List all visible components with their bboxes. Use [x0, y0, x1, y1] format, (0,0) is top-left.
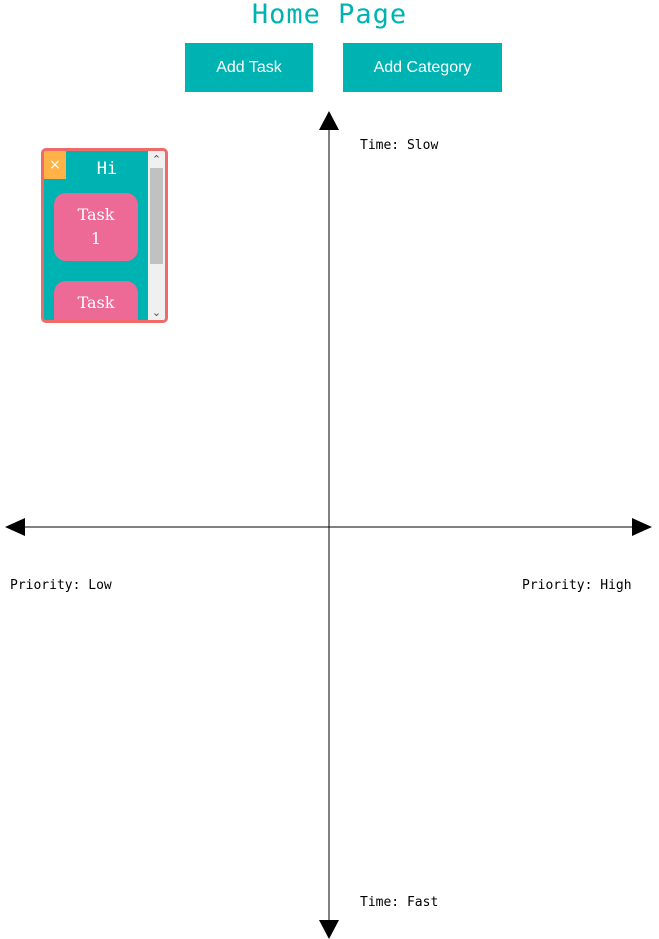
task-number: 1	[90, 229, 102, 248]
vertical-axis-bottom-arrow	[319, 920, 339, 939]
horizontal-axis-right-arrow	[632, 518, 652, 536]
task-card[interactable]: Task 2	[54, 281, 138, 320]
time-fast-label: Time: Fast	[360, 895, 439, 910]
time-slow-label: Time: Slow	[360, 138, 439, 153]
task-card[interactable]: Task 1	[54, 193, 138, 261]
scrollbar-thumb[interactable]	[150, 168, 163, 264]
task-number: 2	[91, 315, 101, 320]
vertical-axis-top-arrow	[319, 111, 339, 130]
priority-low-label: Priority: Low	[10, 578, 112, 593]
priority-high-label: Priority: High	[522, 578, 632, 593]
task-label: Task	[77, 205, 115, 224]
chevron-up-icon[interactable]: ⌃	[148, 151, 165, 167]
horizontal-axis-left-arrow	[5, 518, 25, 536]
category-title: Hi	[96, 159, 118, 179]
task-list-scrollbar[interactable]: ⌃ ⌄	[148, 151, 165, 320]
task-list[interactable]: Task 1 Task 2	[44, 187, 148, 320]
task-label: Task	[77, 293, 115, 312]
chevron-down-icon[interactable]: ⌄	[148, 304, 165, 320]
priority-time-matrix	[5, 111, 652, 939]
category-card[interactable]: × Hi Task 1 Task 2 ⌃ ⌄	[41, 148, 168, 323]
close-icon[interactable]: ×	[44, 151, 66, 179]
